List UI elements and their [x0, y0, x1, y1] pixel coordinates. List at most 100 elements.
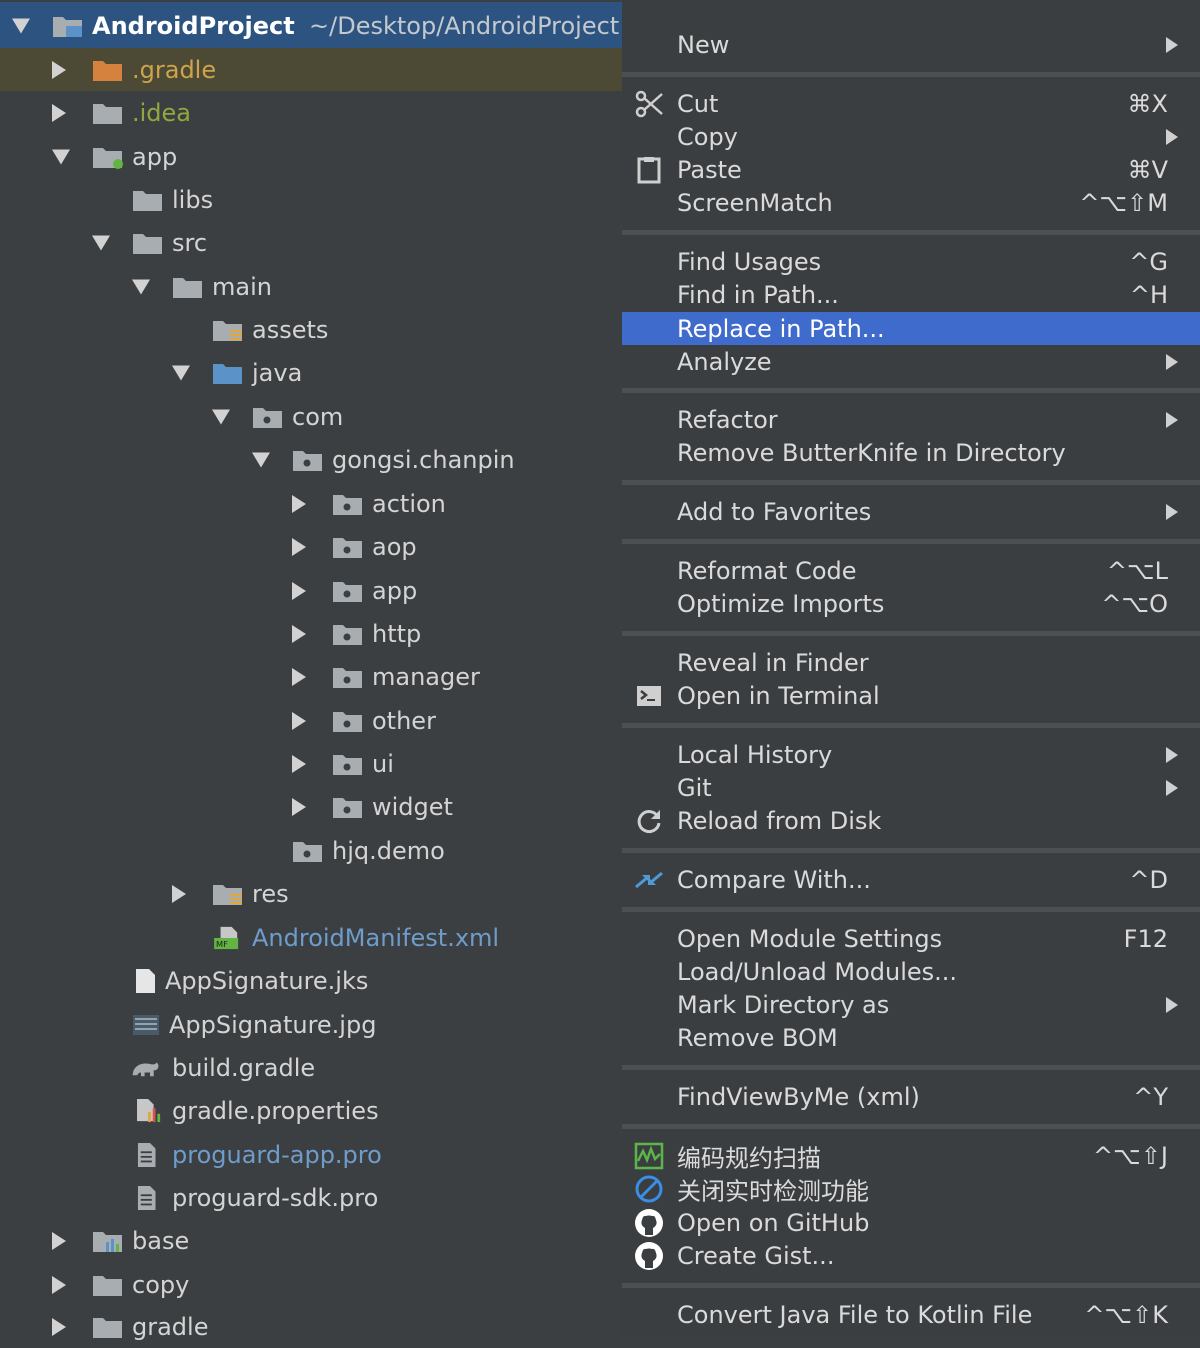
menu-item-remove-bom[interactable]: Remove BOM	[622, 1021, 1200, 1054]
menu-item-compare-with[interactable]: Compare With... ^D	[622, 863, 1200, 896]
collapse-arrow-icon[interactable]	[52, 149, 70, 164]
tree-row-app-module[interactable]: app	[0, 135, 622, 178]
menu-item-replace-in-path[interactable]: Replace in Path...	[622, 312, 1200, 345]
expand-arrow-icon[interactable]	[292, 711, 306, 730]
menu-item-load-unload-modules[interactable]: Load/Unload Modules...	[622, 955, 1200, 988]
tree-row-proguard-sdk[interactable]: proguard-sdk.pro	[0, 1176, 622, 1219]
menu-item-git[interactable]: Git	[622, 771, 1200, 804]
tree-row-gradle-properties[interactable]: gradle.properties	[0, 1089, 622, 1132]
tree-row-src[interactable]: src	[0, 221, 622, 264]
menu-item-new[interactable]: New	[622, 28, 1200, 61]
expand-arrow-icon[interactable]	[292, 797, 306, 816]
menu-item-cut[interactable]: Cut ⌘X	[622, 87, 1200, 120]
tree-row-base[interactable]: base	[0, 1219, 622, 1262]
tree-row-app-signature-jks[interactable]: AppSignature.jks	[0, 959, 622, 1002]
tree-row-com[interactable]: com	[0, 395, 622, 438]
tree-item-label: build.gradle	[172, 1053, 316, 1082]
menu-item-code-scan[interactable]: 编码规约扫描 ^⌥⇧J	[622, 1139, 1200, 1172]
tree-row-gradle-dir[interactable]: .gradle	[0, 48, 622, 91]
tree-row-other[interactable]: other	[0, 699, 622, 742]
menu-item-create-gist[interactable]: Create Gist...	[622, 1239, 1200, 1272]
collapse-arrow-icon[interactable]	[12, 18, 30, 34]
expand-arrow-icon[interactable]	[52, 1317, 66, 1336]
menu-separator	[622, 72, 1200, 77]
tree-row-manager[interactable]: manager	[0, 655, 622, 698]
menu-shortcut: F12	[1123, 924, 1168, 953]
tree-row-res[interactable]: res	[0, 872, 622, 915]
tree-row-java[interactable]: java	[0, 351, 622, 394]
menu-item-open-in-terminal[interactable]: Open in Terminal	[622, 679, 1200, 712]
expand-arrow-icon[interactable]	[292, 537, 306, 556]
tree-row-proguard-app[interactable]: proguard-app.pro	[0, 1133, 622, 1176]
menu-item-label: Reveal in Finder	[677, 648, 869, 677]
menu-item-find-usages[interactable]: Find Usages ^G	[622, 245, 1200, 278]
collapse-arrow-icon[interactable]	[252, 452, 270, 467]
expand-arrow-icon[interactable]	[172, 884, 186, 903]
expand-arrow-icon[interactable]	[292, 754, 306, 773]
expand-arrow-icon[interactable]	[52, 1231, 66, 1250]
tree-row-root[interactable]: AndroidProject ~/Desktop/AndroidProject	[0, 2, 622, 50]
menu-item-refactor[interactable]: Refactor	[622, 403, 1200, 436]
tree-row-build-gradle[interactable]: build.gradle	[0, 1046, 622, 1089]
tree-row-gradle-folder[interactable]: gradle	[0, 1305, 622, 1348]
menu-item-label: Paste	[677, 155, 742, 184]
file-icon	[136, 968, 155, 993]
tree-row-http[interactable]: http	[0, 612, 622, 655]
expand-arrow-icon[interactable]	[292, 624, 306, 643]
menu-item-analyze[interactable]: Analyze	[622, 345, 1200, 378]
tree-item-label: app	[372, 576, 418, 605]
tree-row-copy[interactable]: copy	[0, 1263, 622, 1306]
project-path: ~/Desktop/AndroidProject	[309, 12, 620, 40]
expand-arrow-icon[interactable]	[292, 667, 306, 686]
tree-row-action[interactable]: action	[0, 482, 622, 525]
menu-shortcut: ^⌥⇧M	[1079, 188, 1168, 217]
tree-row-app-signature-jpg[interactable]: AppSignature.jpg	[0, 1003, 622, 1046]
tree-row-aop[interactable]: aop	[0, 525, 622, 568]
menu-item-label: 关闭实时检测功能	[677, 1177, 869, 1205]
menu-item-label: Open on GitHub	[677, 1208, 870, 1237]
tree-item-label: manager	[372, 662, 480, 691]
tree-row-ui[interactable]: ui	[0, 742, 622, 785]
menu-separator	[622, 1124, 1200, 1129]
collapse-arrow-icon[interactable]	[132, 279, 150, 294]
menu-item-reload-from-disk[interactable]: Reload from Disk	[622, 804, 1200, 837]
menu-item-local-history[interactable]: Local History	[622, 738, 1200, 771]
menu-item-disable-realtime-check[interactable]: 关闭实时检测功能	[622, 1172, 1200, 1205]
menu-item-open-module-settings[interactable]: Open Module Settings F12	[622, 922, 1200, 955]
collapse-arrow-icon[interactable]	[92, 235, 110, 250]
collapse-arrow-icon[interactable]	[172, 365, 190, 380]
tree-row-widget[interactable]: widget	[0, 785, 622, 828]
tree-row-android-manifest[interactable]: MF AndroidManifest.xml	[0, 916, 622, 959]
menu-item-find-in-path[interactable]: Find in Path... ^H	[622, 278, 1200, 311]
menu-item-open-on-github[interactable]: Open on GitHub	[622, 1206, 1200, 1239]
package-icon	[333, 667, 362, 688]
folder-icon	[133, 190, 162, 211]
menu-item-mark-directory-as[interactable]: Mark Directory as	[622, 988, 1200, 1021]
tree-row-gongsi-chanpin[interactable]: gongsi.chanpin	[0, 438, 622, 481]
menu-item-remove-butterknife[interactable]: Remove ButterKnife in Directory	[622, 436, 1200, 469]
tree-row-main[interactable]: main	[0, 265, 622, 308]
tree-row-assets[interactable]: assets	[0, 308, 622, 351]
collapse-arrow-icon[interactable]	[212, 409, 230, 424]
tree-row-libs[interactable]: libs	[0, 178, 622, 221]
expand-arrow-icon[interactable]	[52, 103, 66, 122]
tree-row-idea[interactable]: .idea	[0, 91, 622, 134]
menu-item-screenmatch[interactable]: ScreenMatch ^⌥⇧M	[622, 186, 1200, 219]
menu-item-reveal-in-finder[interactable]: Reveal in Finder	[622, 646, 1200, 679]
tree-row-app-package[interactable]: app	[0, 569, 622, 612]
expand-arrow-icon[interactable]	[52, 60, 66, 79]
expand-arrow-icon[interactable]	[292, 494, 306, 513]
tree-item-label: gradle	[132, 1312, 209, 1341]
menu-item-paste[interactable]: Paste ⌘V	[622, 153, 1200, 186]
submenu-arrow-icon	[1166, 503, 1178, 520]
menu-item-convert-java-to-kotlin[interactable]: Convert Java File to Kotlin File ^⌥⇧K	[622, 1298, 1200, 1331]
menu-item-reformat-code[interactable]: Reformat Code ^⌥L	[622, 554, 1200, 587]
expand-arrow-icon[interactable]	[292, 581, 306, 600]
menu-item-copy[interactable]: Copy	[622, 120, 1200, 153]
menu-item-findviewbyme[interactable]: FindViewByMe (xml) ^Y	[622, 1080, 1200, 1113]
expand-arrow-icon[interactable]	[52, 1275, 66, 1294]
tree-row-hjq-demo[interactable]: hjq.demo	[0, 829, 622, 872]
menu-item-optimize-imports[interactable]: Optimize Imports ^⌥O	[622, 587, 1200, 620]
tree-item-label: com	[292, 402, 344, 431]
menu-item-add-to-favorites[interactable]: Add to Favorites	[622, 495, 1200, 528]
